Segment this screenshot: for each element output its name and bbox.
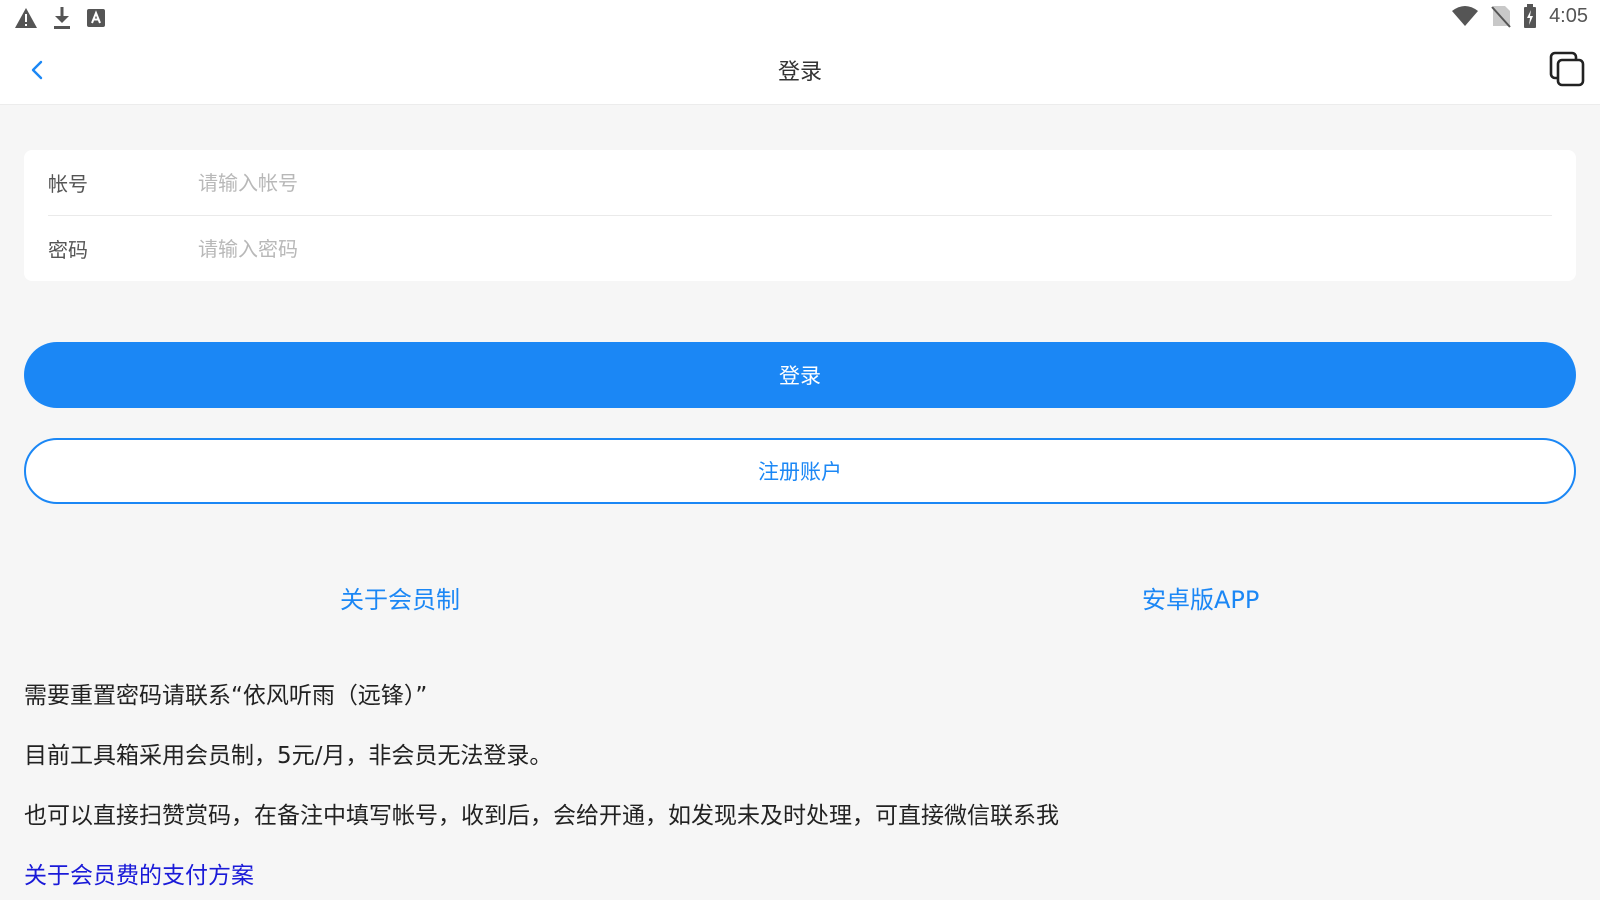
overlapping-squares-icon xyxy=(1549,51,1585,87)
no-sim-icon xyxy=(1491,6,1511,28)
account-input[interactable] xyxy=(196,169,1552,196)
register-button[interactable]: 注册账户 xyxy=(24,438,1576,504)
status-time: 4:05 xyxy=(1549,4,1588,27)
login-form: 帐号 密码 xyxy=(24,150,1576,281)
download-icon xyxy=(54,7,70,29)
donation-note: 也可以直接扫赞赏码，在备注中填写帐号，收到后，会给开通，如发现未及时处理，可直接… xyxy=(24,803,1059,829)
account-row: 帐号 xyxy=(48,150,1552,216)
status-bar: 4:05 xyxy=(0,0,1600,36)
password-input[interactable] xyxy=(196,235,1552,262)
payment-plan-link[interactable]: 关于会员费的支付方案 xyxy=(24,856,254,890)
login-button[interactable]: 登录 xyxy=(24,342,1576,408)
page-title: 登录 xyxy=(777,60,822,85)
window-button[interactable] xyxy=(1548,50,1586,88)
reset-password-note: 需要重置密码请联系“依风听雨（远锋）” xyxy=(24,683,428,709)
status-left-icons xyxy=(14,6,106,30)
keyboard-icon xyxy=(87,9,105,27)
membership-note: 目前工具箱采用会员制，5元/月，非会员无法登录。 xyxy=(24,743,553,769)
warning-icon xyxy=(15,8,37,28)
status-right-icons: 4:05 xyxy=(1451,4,1588,28)
password-row: 密码 xyxy=(48,216,1552,281)
android-app-link[interactable]: 安卓版APP xyxy=(1142,580,1259,615)
password-label: 密码 xyxy=(48,238,88,262)
nav-bar: 登录 xyxy=(0,36,1600,105)
battery-icon xyxy=(1524,4,1537,28)
account-label: 帐号 xyxy=(48,172,88,196)
wifi-icon xyxy=(1452,6,1479,26)
about-membership-link[interactable]: 关于会员制 xyxy=(340,580,460,615)
